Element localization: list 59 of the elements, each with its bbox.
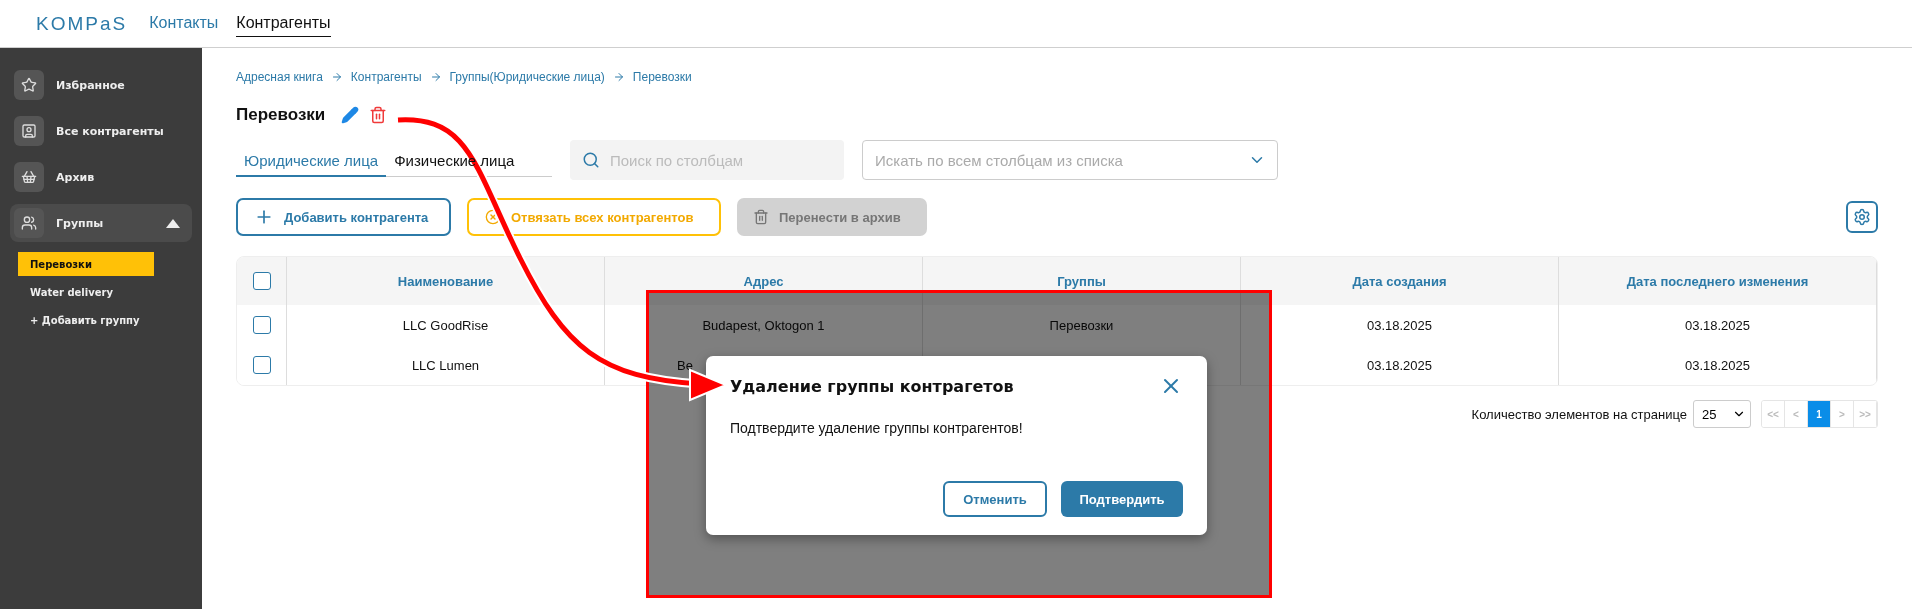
nav-link[interactable]: Контакты (149, 10, 219, 37)
sidebar-item[interactable]: Все контрагенты (10, 112, 192, 150)
table-cell: 03.18.2025 (1559, 305, 1877, 345)
column-header[interactable]: Адрес (605, 257, 923, 305)
breadcrumb-link[interactable]: Контрагенты (350, 70, 422, 84)
sidebar-icon (14, 208, 44, 238)
sidebar-icon (14, 70, 44, 100)
table-cell: Перевозки (923, 305, 1241, 345)
trash-icon (753, 209, 769, 225)
dialog-message: Подтвердите удаление группы контрагентов! (730, 420, 1024, 436)
row-checkbox[interactable] (252, 356, 271, 374)
sidebar-icon (14, 116, 44, 146)
breadcrumb-link[interactable]: Перевозки (632, 70, 692, 84)
select-all-checkbox[interactable] (252, 272, 271, 290)
arrow-right-icon (612, 71, 625, 83)
table-cell: LLC GoodRise (287, 305, 605, 345)
table-cell: Budapest, Oktogon 1 (605, 305, 923, 345)
settings-button[interactable] (1846, 201, 1878, 233)
delete-icon[interactable] (369, 106, 388, 124)
group-item[interactable]: Water delivery (18, 280, 154, 304)
row-checkbox[interactable] (252, 316, 271, 334)
sidebar-icon (14, 162, 44, 192)
settings-icon (1853, 208, 1871, 226)
sidebar-item[interactable]: Группы (10, 204, 192, 242)
edit-icon[interactable] (341, 106, 360, 124)
arrow-right-icon (429, 71, 442, 83)
dialog-button[interactable]: Отменить (943, 481, 1047, 517)
search-field[interactable]: Поиск по столбцам (570, 140, 844, 180)
table-cell: LLC Lumen (287, 345, 605, 385)
dialog-button[interactable]: Подтвердить (1061, 481, 1183, 517)
sidebar-label: Избранное (56, 78, 126, 92)
page-button[interactable]: 1 (1808, 401, 1831, 427)
arrow-right-icon (330, 71, 343, 83)
group-item[interactable]: Перевозки (18, 252, 154, 276)
sidebar-item[interactable]: Архив (10, 158, 192, 196)
table-cell: 03.18.2025 (1559, 345, 1877, 385)
tab[interactable]: Юридические лица (236, 143, 387, 177)
nav-link[interactable]: Контрагенты (236, 10, 331, 37)
breadcrumb-link[interactable]: Адресная книга (236, 70, 323, 84)
column-header[interactable]: Наименование (287, 257, 605, 305)
sidebar-label: Все контрагенты (56, 124, 165, 138)
search-icon (582, 151, 600, 169)
table-cell: 03.18.2025 (1241, 305, 1559, 345)
page-title: Перевозки (236, 105, 326, 125)
action-button[interactable]: Добавить контрагента (236, 198, 451, 236)
page-size-label: Количество элементов на странице (1471, 406, 1687, 422)
column-select[interactable]: Искать по всем столбцам из списка (862, 140, 1278, 180)
sidebar-label: Группы (56, 216, 105, 230)
column-header[interactable]: Дата последнего изменения (1559, 257, 1877, 305)
sidebar-item[interactable]: Избранное (10, 66, 192, 104)
page-size-select[interactable]: 25 (1693, 400, 1751, 428)
circle-x-icon (485, 209, 501, 225)
breadcrumb-link[interactable]: Группы(Юридические лица) (449, 70, 605, 84)
app-logo: KOMPaS (36, 12, 128, 35)
table-cell: 03.18.2025 (1241, 345, 1559, 385)
column-header[interactable]: Дата создания (1241, 257, 1559, 305)
add-group-link[interactable]: + Добавить группу (18, 308, 154, 332)
sidebar-label: Архив (56, 170, 96, 184)
column-header[interactable]: Группы (923, 257, 1241, 305)
